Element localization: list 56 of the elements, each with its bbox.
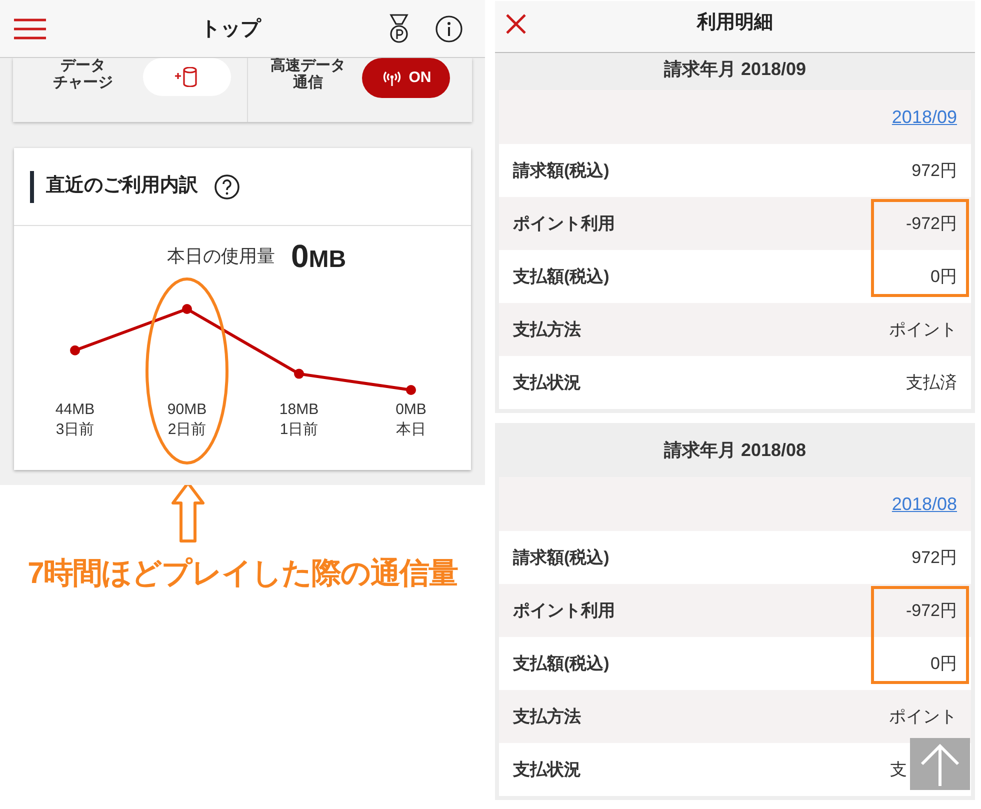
action-label: 通信 — [293, 74, 323, 91]
section-title: 請求年月 2018/09 — [662, 58, 808, 81]
title-accent-bar — [30, 170, 34, 202]
today-usage-label: 本日の使用量 — [166, 245, 275, 268]
row-value: ポイント — [889, 318, 957, 341]
row-value: 0円 — [930, 266, 957, 288]
usage-amount-label: 0MB — [396, 400, 426, 420]
row-value: -972円 — [906, 212, 957, 235]
antenna-icon — [380, 69, 403, 87]
day-label: 本日 — [396, 420, 426, 440]
annotation-text: 7時間ほどプレイした際の通信量 — [28, 556, 458, 592]
statement-link[interactable]: 2018/09 — [892, 104, 957, 130]
row-value: 支 — [890, 758, 907, 781]
card-title: 直近のご利用内訳 — [46, 174, 198, 198]
screen-title: 利用明細 — [696, 11, 774, 36]
row-value: 972円 — [912, 546, 957, 569]
row-label: 請求額(税込) — [513, 546, 610, 569]
screen-title: トップ — [200, 16, 262, 42]
row-label: 支払額(税込) — [513, 266, 610, 288]
row-label: 支払状況 — [513, 372, 581, 394]
info-icon[interactable] — [435, 14, 463, 42]
database-plus-icon — [174, 67, 200, 87]
statement-link[interactable]: 2018/08 — [892, 490, 957, 518]
row-value: ポイント — [889, 706, 957, 728]
row-value: 支払済 — [906, 372, 957, 394]
data-charge-button[interactable] — [143, 58, 231, 96]
up-arrow-icon — [918, 742, 962, 786]
data-point — [70, 345, 80, 356]
row-label: 請求額(税込) — [513, 160, 610, 182]
row-label: ポイント利用 — [513, 212, 615, 235]
row-label: 支払方法 — [513, 318, 581, 341]
row-value: -972円 — [906, 600, 957, 622]
usage-amount-label: 18MB — [279, 400, 319, 420]
data-point — [294, 368, 304, 379]
row-value: 0円 — [930, 652, 957, 675]
menu-icon[interactable] — [14, 16, 46, 40]
day-label: 1日前 — [280, 420, 318, 440]
usage-amount-label: 90MB — [167, 400, 207, 420]
action-label: チャージ — [53, 74, 113, 91]
row-label: 支払状況 — [513, 758, 581, 781]
action-label: 高速データ — [270, 57, 346, 74]
day-label: 2日前 — [168, 420, 206, 440]
close-icon[interactable] — [505, 12, 527, 34]
data-point — [182, 304, 192, 314]
usage-amount-label: 44MB — [55, 400, 95, 420]
action-label: データ — [60, 57, 106, 74]
row-label: ポイント利用 — [513, 600, 615, 622]
speed-toggle-button[interactable]: ON — [362, 58, 450, 98]
row-label: 支払方法 — [513, 706, 581, 728]
row-value: 972円 — [912, 160, 957, 182]
section-title: 請求年月 2018/08 — [662, 438, 808, 462]
day-label: 3日前 — [56, 420, 94, 440]
row-label: 支払額(税込) — [513, 652, 610, 675]
help-icon[interactable] — [214, 174, 240, 200]
data-point — [406, 385, 416, 395]
today-usage-amount: 0MB — [290, 240, 346, 272]
